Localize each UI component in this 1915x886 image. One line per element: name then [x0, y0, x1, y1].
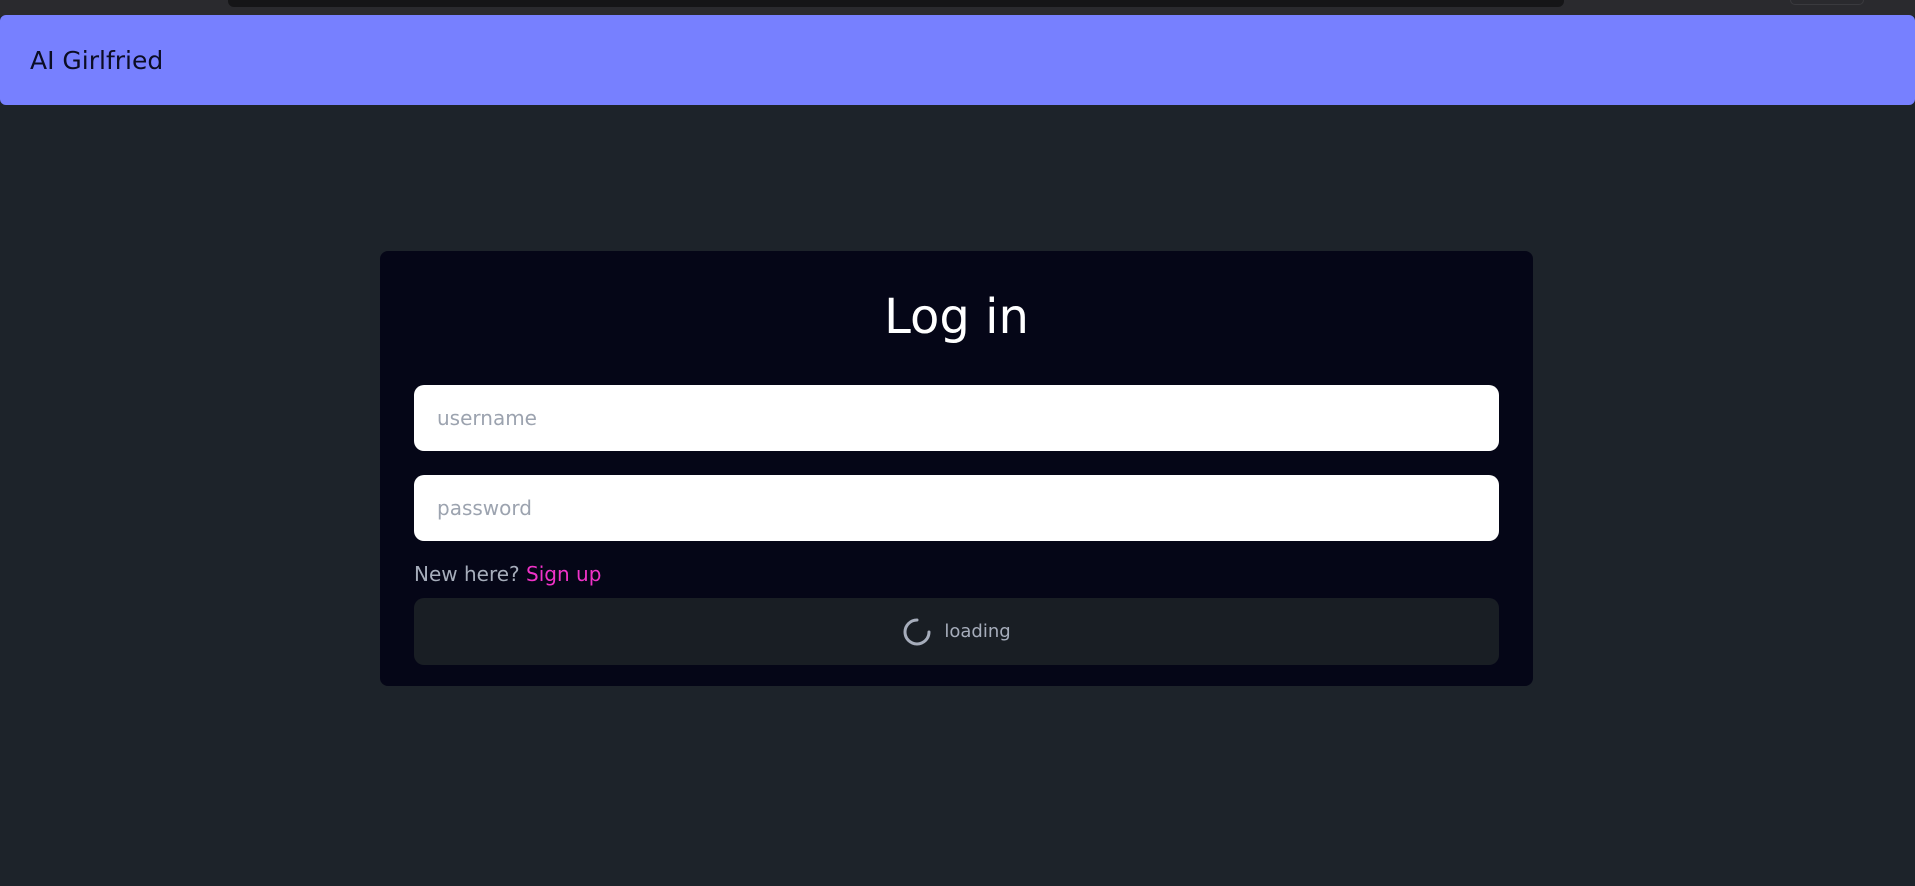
username-input[interactable] [414, 385, 1499, 451]
page-title: Log in [884, 289, 1029, 345]
signup-prompt-line: New here? Sign up [414, 562, 601, 586]
brand-title[interactable]: AI Girlfried [30, 46, 163, 75]
signup-link[interactable]: Sign up [526, 562, 601, 586]
navbar: AI Girlfried [0, 15, 1915, 105]
signup-prompt-text: New here? [414, 562, 520, 586]
browser-chrome-strip [0, 0, 1915, 16]
password-input[interactable] [414, 475, 1499, 541]
loading-spinner-icon [903, 618, 931, 645]
login-card: Log in New here? Sign up loading [380, 251, 1533, 686]
browser-address-bar [228, 0, 1564, 7]
login-submit-button[interactable]: loading [414, 598, 1499, 665]
submit-label: loading [944, 621, 1011, 642]
browser-toolbar-button [1790, 0, 1864, 5]
